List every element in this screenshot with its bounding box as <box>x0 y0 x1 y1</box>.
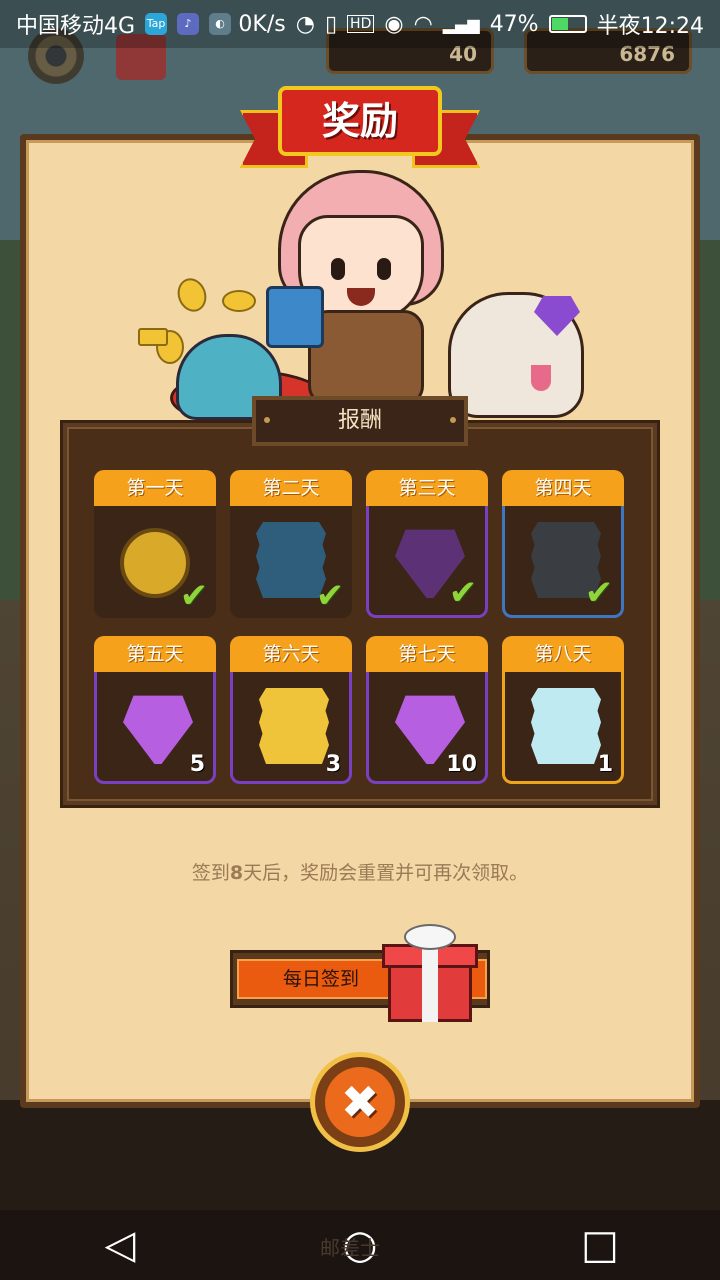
reward-section-title: 报酬 <box>252 396 468 446</box>
dog-tongue <box>531 365 551 391</box>
day-label: 第二天 <box>230 470 352 506</box>
hero-body <box>308 310 424 406</box>
reward-day-1[interactable]: 第一天 ✔ <box>94 470 216 618</box>
flying-coin-icon <box>222 290 256 312</box>
note-suffix: 天后，奖励会重置并可再次领取。 <box>243 862 529 884</box>
title-ribbon: 奖励 <box>240 86 480 176</box>
reward-day-4[interactable]: 第四天 ✔ <box>502 470 624 618</box>
day-label: 第七天 <box>366 636 488 672</box>
gift-box-icon[interactable] <box>382 924 478 1024</box>
day-slot: 3 <box>230 672 352 784</box>
close-icon: ✖ <box>325 1067 395 1137</box>
back-button[interactable]: ◁ <box>90 1222 150 1268</box>
day-slot: ✔ <box>94 506 216 618</box>
ice-card-icon <box>531 688 601 764</box>
day-slot: 1 <box>502 672 624 784</box>
gift-ribbon <box>422 944 438 1022</box>
day-slot: ✔ <box>230 506 352 618</box>
network-speed: 0K/s <box>238 11 286 37</box>
close-button[interactable]: ✖ <box>310 1052 410 1152</box>
nfc-icon: ◔ <box>295 11 315 37</box>
day-slot: ✔ <box>366 506 488 618</box>
hero-eye <box>377 258 391 280</box>
day-label: 第五天 <box>94 636 216 672</box>
reward-quantity: 1 <box>597 752 613 777</box>
day-label: 第四天 <box>502 470 624 506</box>
reward-quantity: 5 <box>189 752 205 777</box>
day-slot: ✔ <box>502 506 624 618</box>
wifi-icon: ◠ <box>413 11 433 37</box>
reward-quantity: 3 <box>325 752 341 777</box>
day-slot: 5 <box>94 672 216 784</box>
reset-note: 签到8天后，奖励会重置并可再次领取。 <box>0 858 720 885</box>
eye-icon: ◉ <box>384 11 404 37</box>
battery-icon <box>548 15 587 33</box>
reward-day-3[interactable]: 第三天 ✔ <box>366 470 488 618</box>
faded-tab-label: 邮差士 <box>320 1236 380 1260</box>
vibrate-icon: ▯ <box>324 11 338 37</box>
day-label: 第三天 <box>366 470 488 506</box>
4g-signal-icon: ▂▄▆ <box>442 14 480 34</box>
day-label: 第八天 <box>502 636 624 672</box>
hd-icon: HD <box>347 15 375 33</box>
purple-gem-icon <box>123 695 193 764</box>
carrier-label: 中国移动4G <box>16 14 136 39</box>
battery-percent: 47% <box>489 11 539 37</box>
claimed-check-icon: ✔ <box>448 573 478 613</box>
dialog-title: 奖励 <box>278 86 442 156</box>
day-label: 第一天 <box>94 470 216 506</box>
status-bar: 中国移动4G Tap ♪ ◐ 0K/s ◔ ▯ HD ◉ ◠ ▂▄▆ 47% 半… <box>0 0 720 48</box>
reward-day-6[interactable]: 第六天 3 <box>230 636 352 784</box>
app-icon: ◐ <box>209 13 232 35</box>
blue-card-icon <box>266 286 324 348</box>
reward-day-8[interactable]: 第八天 1 <box>502 636 624 784</box>
day-slot: 10 <box>366 672 488 784</box>
reward-day-7[interactable]: 第七天 10 <box>366 636 488 784</box>
reward-quantity: 10 <box>446 752 477 777</box>
claimed-check-icon: ✔ <box>179 576 209 616</box>
claimed-check-icon: ✔ <box>584 573 614 613</box>
day-label: 第六天 <box>230 636 352 672</box>
clock: 半夜12:24 <box>596 14 704 39</box>
music-icon: ♪ <box>177 13 200 35</box>
gold-card-icon <box>259 688 329 764</box>
recent-apps-button[interactable]: □ <box>570 1222 630 1268</box>
tap-icon: Tap <box>145 13 168 35</box>
claimed-check-icon: ✔ <box>315 576 345 616</box>
hero-mouth <box>347 288 375 306</box>
reward-day-2[interactable]: 第二天 ✔ <box>230 470 352 618</box>
note-days: 8 <box>229 862 244 884</box>
reward-day-5[interactable]: 第五天 5 <box>94 636 216 784</box>
gift-bow <box>404 924 456 950</box>
flying-coin-icon <box>138 328 168 346</box>
hero-eye <box>331 258 345 280</box>
note-prefix: 签到 <box>191 862 230 884</box>
